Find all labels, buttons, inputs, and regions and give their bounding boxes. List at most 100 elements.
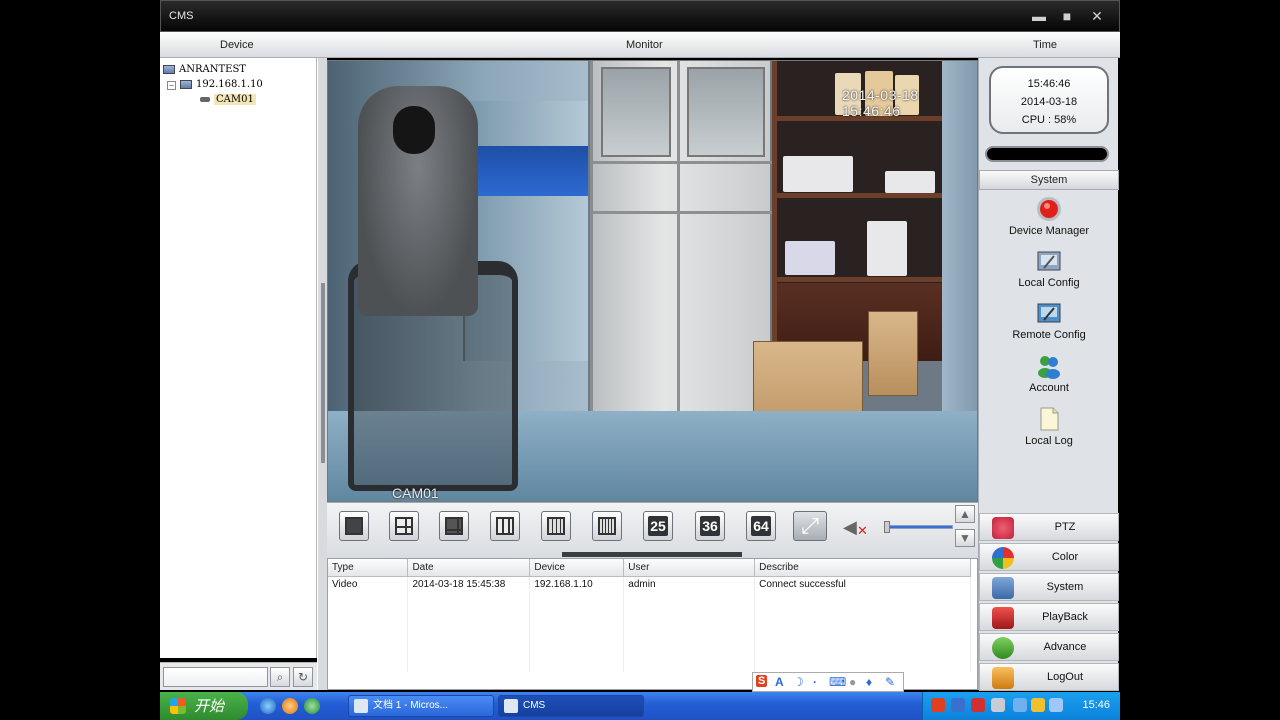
clock-time: 15:46:46 — [1027, 78, 1071, 90]
tree-device[interactable]: 192.168.1.10 — [180, 79, 263, 90]
scroll-down-icon[interactable]: ▼ — [955, 529, 975, 547]
layout-1-button[interactable] — [339, 511, 369, 541]
taskbar: 开始 文档 1 - Micros... CMS 15:46 — [160, 692, 1120, 720]
remote-config-icon — [1037, 303, 1061, 323]
layout-6-button[interactable] — [439, 511, 469, 541]
table-row[interactable]: Video 2014-03-18 15:45:38 192.168.1.10 a… — [328, 576, 971, 592]
ime-user-icon[interactable]: ● — [849, 675, 856, 689]
ptz-icon — [992, 517, 1014, 539]
scroll-up-icon[interactable]: ▲ — [955, 505, 975, 523]
device-header: Device — [220, 39, 254, 51]
refresh-icon[interactable]: ↻ — [293, 667, 313, 687]
ime-tool-icon[interactable]: ✎ — [885, 675, 895, 689]
local-config-icon — [1037, 251, 1061, 271]
close-icon[interactable]: ✕ — [1089, 8, 1105, 24]
cell-device: 192.168.1.10 — [529, 576, 625, 592]
tree-search: ⌕ ↻ — [160, 662, 317, 690]
device-manager-button[interactable]: Device Manager — [979, 196, 1119, 237]
title-bar: CMS ▬ ■ ✕ — [160, 0, 1120, 32]
camera-icon — [200, 97, 210, 102]
ime-logo-icon[interactable]: S — [756, 675, 768, 687]
right-panel: 15:46:46 2014-03-18 CPU : 58% System Dev… — [978, 58, 1119, 691]
cell-user: admin — [623, 576, 756, 592]
video-view[interactable]: 2014-03-18 15:46:46 CAM01 — [327, 60, 978, 502]
playback-icon — [992, 607, 1014, 629]
layout-9-button[interactable] — [490, 511, 520, 541]
start-button[interactable]: 开始 — [160, 692, 248, 720]
account-button[interactable]: Account — [979, 353, 1119, 394]
mute-icon[interactable]: ◀ ✕ — [843, 517, 871, 539]
remote-config-button[interactable]: Remote Config — [979, 300, 1119, 341]
volume-slider[interactable] — [884, 521, 953, 533]
tree-expander[interactable]: − — [167, 81, 176, 90]
task-cms[interactable]: CMS — [498, 695, 644, 717]
ime-skin-icon[interactable]: ♦ — [866, 675, 872, 689]
window-title: CMS — [169, 10, 194, 22]
ime-moon-icon[interactable]: ☽ — [793, 675, 804, 689]
local-log-button[interactable]: Local Log — [979, 406, 1119, 447]
ie-icon[interactable] — [260, 698, 276, 714]
layout-4-button[interactable] — [389, 511, 419, 541]
device-manager-icon — [1037, 197, 1061, 221]
system-button[interactable]: System — [979, 573, 1119, 601]
advance-icon — [992, 637, 1014, 659]
advance-button[interactable]: Advance — [979, 633, 1119, 661]
minimize-icon[interactable]: ▬ — [1031, 8, 1047, 24]
browser-icon[interactable] — [282, 698, 298, 714]
ime-lang-icon[interactable]: A — [775, 675, 784, 689]
layout-16-button[interactable] — [541, 511, 571, 541]
ime-punct-icon[interactable]: · — [813, 675, 817, 689]
splitter[interactable] — [317, 58, 327, 690]
security-tray-icon[interactable] — [1031, 698, 1045, 712]
help-icon[interactable] — [951, 698, 965, 712]
media-icon[interactable] — [304, 698, 320, 714]
logout-button[interactable]: LogOut — [979, 663, 1119, 691]
word-icon — [354, 699, 368, 713]
col-device[interactable]: Device — [529, 559, 625, 577]
col-describe[interactable]: Describe — [754, 559, 971, 577]
color-icon — [992, 547, 1014, 569]
col-date[interactable]: Date — [407, 559, 531, 577]
layout-20-button[interactable] — [592, 511, 622, 541]
fullscreen-icon[interactable]: ⤢ — [793, 511, 827, 541]
clock-date: 2014-03-18 — [1020, 96, 1078, 108]
cell-type: Video — [328, 576, 409, 592]
splitter-handle[interactable] — [321, 283, 325, 463]
monitor-header: Monitor — [626, 39, 663, 51]
display-tray-icon[interactable] — [1049, 698, 1063, 712]
tray-app-icon[interactable] — [971, 698, 985, 712]
toolbar-progress — [562, 552, 742, 557]
scene-banner — [463, 146, 588, 196]
local-config-button[interactable]: Local Config — [979, 248, 1119, 289]
screen: CMS ▬ ■ ✕ Device Monitor Time ANRANTEST … — [160, 0, 1120, 720]
dvr-icon — [180, 80, 192, 89]
playback-button[interactable]: PlayBack — [979, 603, 1119, 631]
volume-knob[interactable] — [884, 521, 890, 533]
ime-keyboard-icon[interactable]: ⌨ — [829, 675, 846, 689]
col-user[interactable]: User — [623, 559, 756, 577]
network-tray-icon[interactable] — [991, 698, 1005, 712]
video-timestamp: 2014-03-18 15:46:46 — [842, 87, 919, 119]
task-word[interactable]: 文档 1 - Micros... — [348, 695, 494, 717]
layout-toolbar: 25 36 64 ⤢ ◀ ✕ ▲ ▼ — [327, 502, 978, 558]
tree-root[interactable]: ANRANTEST — [163, 64, 246, 75]
maximize-icon[interactable]: ■ — [1059, 8, 1075, 24]
layout-64-button[interactable]: 64 — [746, 511, 776, 541]
scene-box-2 — [868, 311, 918, 396]
ime-tray-icon[interactable] — [931, 698, 945, 712]
search-icon[interactable]: ⌕ — [270, 667, 290, 687]
taskbar-clock: 15:46 — [1082, 699, 1110, 711]
layout-36-button[interactable]: 36 — [695, 511, 725, 541]
volume-tray-icon[interactable] — [1013, 698, 1027, 712]
tree-channel[interactable]: CAM01 — [200, 94, 256, 105]
layout-25-button[interactable]: 25 — [643, 511, 673, 541]
section-header: Device Monitor Time — [160, 32, 1120, 58]
color-button[interactable]: Color — [979, 543, 1119, 571]
ime-toolbar: S A ☽ · ⌨ ● ♦ ✎ — [752, 672, 904, 692]
system-tray: 15:46 — [922, 692, 1120, 720]
search-input[interactable] — [163, 667, 268, 687]
col-type[interactable]: Type — [328, 559, 409, 577]
scene-cabinet — [590, 61, 773, 416]
time-header: Time — [1033, 39, 1058, 51]
ptz-button[interactable]: PTZ — [979, 513, 1119, 541]
